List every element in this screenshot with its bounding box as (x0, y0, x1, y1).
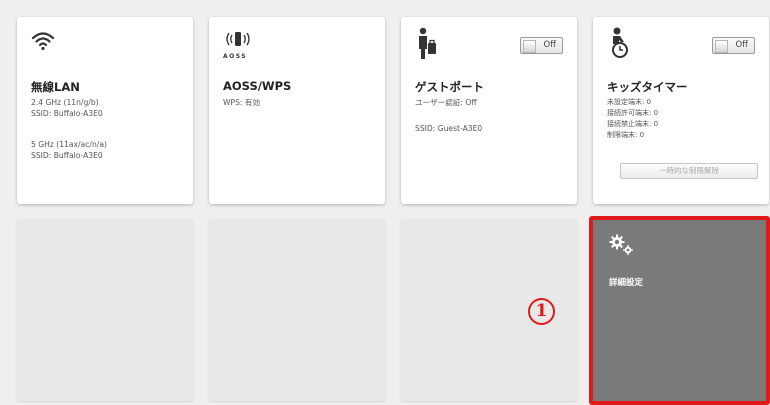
wps-status: WPS: 有効 (223, 98, 261, 107)
advanced-settings-title: 詳細設定 (609, 278, 644, 288)
aoss-wps-title: AOSS/WPS (223, 79, 292, 93)
kids-allowed-devices: 接続許可端末: 0 (607, 109, 659, 117)
aoss-wps-tile[interactable]: AOSS AOSS/WPS WPS: 有効 (209, 17, 385, 204)
wireless-lan-title: 無線LAN (31, 80, 80, 94)
wireless-lan-tile[interactable]: 無線LAN 2.4 GHz (11n/g/b) SSID: Buffalo-A3… (17, 17, 193, 204)
guest-user-auth: ユーザー認証: Off (415, 98, 477, 107)
wlan-ssid-24ghz: SSID: Buffalo-A3E0 (31, 109, 103, 118)
step-marker: 1 (528, 298, 555, 325)
guest-person-icon (415, 27, 437, 65)
gears-icon (609, 234, 635, 260)
wlan-band-24ghz: 2.4 GHz (11n/g/b) (31, 98, 99, 107)
guest-port-toggle[interactable]: Off (520, 37, 563, 54)
guest-ssid: SSID: Guest-A3E0 (415, 124, 483, 133)
empty-tile-1 (17, 219, 193, 401)
wlan-ssid-5ghz: SSID: Buffalo-A3E0 (31, 151, 103, 160)
wifi-icon (31, 31, 55, 55)
guest-port-tile[interactable]: Off ゲストポート ユーザー認証: Off SSID: Guest-A3E0 (401, 17, 577, 204)
aoss-icon (223, 29, 253, 55)
aoss-icon-label: AOSS (223, 53, 248, 60)
kids-timer-tile[interactable]: Off キッズタイマー 未設定端末: 0 接続許可端末: 0 接続禁止端末: 0… (593, 17, 769, 204)
kids-timer-icon (607, 27, 633, 63)
kids-blocked-devices: 接続禁止端末: 0 (607, 120, 659, 128)
empty-tile-2 (209, 219, 385, 401)
kids-timer-toggle[interactable]: Off (712, 37, 755, 54)
temporary-unlock-button[interactable]: 一時的な制限解除 (620, 163, 758, 179)
kids-timer-title: キッズタイマー (607, 80, 688, 94)
guest-port-title: ゲストポート (415, 80, 484, 94)
kids-unset-devices: 未設定端末: 0 (607, 98, 652, 106)
wlan-band-5ghz: 5 GHz (11ax/ac/n/a) (31, 140, 107, 149)
kids-limited-devices: 制限端末: 0 (607, 131, 645, 139)
advanced-settings-tile[interactable]: 詳細設定 (589, 216, 770, 405)
